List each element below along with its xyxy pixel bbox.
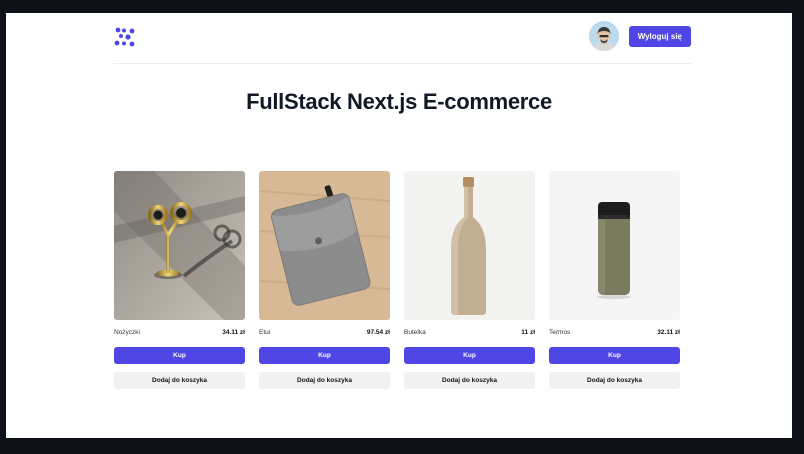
dots-logo-icon[interactable] [113, 25, 137, 49]
buy-button[interactable]: Kup [404, 347, 535, 364]
product-info: Termos 32.11 zł [549, 328, 680, 337]
product-price: 97.54 zł [366, 329, 390, 336]
user-avatar-icon[interactable] [589, 21, 619, 51]
product-info: Etui 97.54 zł [259, 328, 390, 337]
thermos-image[interactable] [549, 171, 680, 320]
buy-button[interactable]: Kup [259, 347, 390, 364]
browser-viewport: Wyloguj się FullStack Next.js E-commerce [6, 13, 792, 438]
logout-button[interactable]: Wyloguj się [628, 26, 691, 47]
add-to-cart-button[interactable]: Dodaj do koszyka [259, 372, 390, 389]
site-header: Wyloguj się [113, 13, 691, 64]
product-card: Termos 32.11 zł Kup Dodaj do koszyka [549, 171, 680, 389]
scissors-image[interactable] [114, 171, 245, 320]
add-to-cart-button[interactable]: Dodaj do koszyka [114, 372, 245, 389]
felt-pouch-image[interactable] [259, 171, 390, 320]
product-price: 32.11 zł [657, 329, 680, 336]
product-info: Nożyczki 34.11 zł [114, 328, 245, 337]
product-name: Termos [549, 329, 571, 336]
buy-button[interactable]: Kup [549, 347, 680, 364]
bottle-image[interactable] [404, 171, 535, 320]
product-card: Butelka 11 zł Kup Dodaj do koszyka [404, 171, 535, 389]
product-name: Etui [259, 329, 271, 336]
add-to-cart-button[interactable]: Dodaj do koszyka [404, 372, 535, 389]
product-price: 34.11 zł [222, 329, 245, 336]
product-card: Etui 97.54 zł Kup Dodaj do koszyka [259, 171, 390, 389]
product-price: 11 zł [521, 329, 535, 336]
product-name: Nożyczki [114, 329, 141, 336]
product-card: Nożyczki 34.11 zł Kup Dodaj do koszyka [114, 171, 245, 389]
product-grid: Nożyczki 34.11 zł Kup Dodaj do koszyka E… [114, 171, 680, 389]
page-title: FullStack Next.js E-commerce [246, 89, 552, 114]
buy-button[interactable]: Kup [114, 347, 245, 364]
product-name: Butelka [404, 329, 426, 336]
product-info: Butelka 11 zł [404, 328, 535, 337]
add-to-cart-button[interactable]: Dodaj do koszyka [549, 372, 680, 389]
